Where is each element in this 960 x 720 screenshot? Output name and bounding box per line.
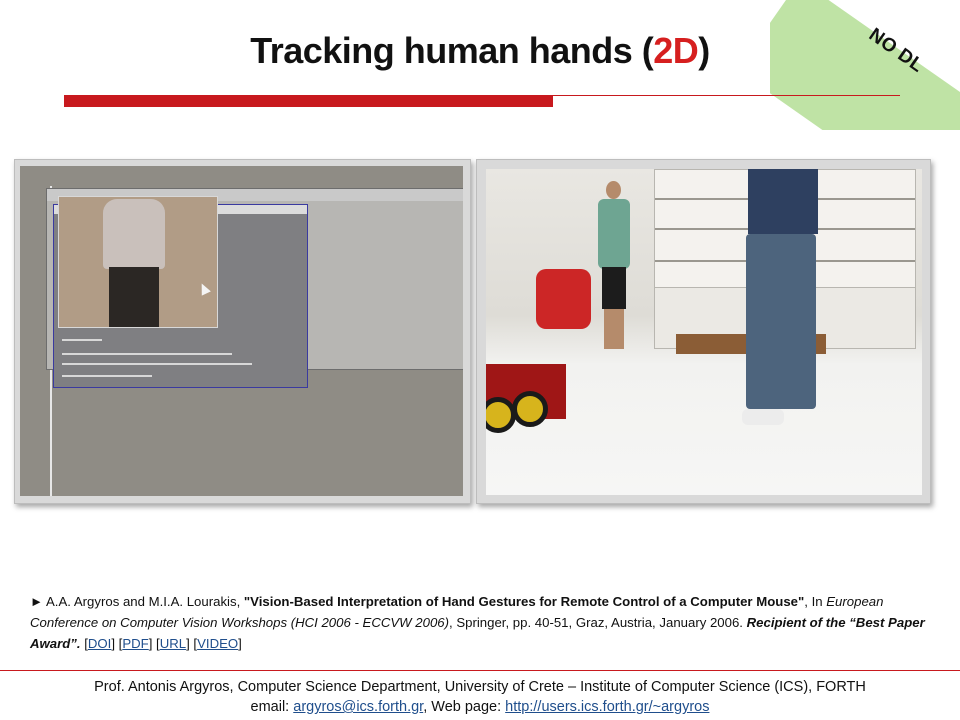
citation-in: , In: [804, 594, 827, 609]
red-chair: [536, 269, 591, 329]
pdf-link[interactable]: PDF: [122, 636, 148, 651]
standing-person: [598, 181, 630, 351]
robot-wheel: [486, 397, 516, 433]
desktop-screen: [20, 166, 463, 496]
console-line: [62, 375, 152, 377]
title-underline-thin: [553, 95, 900, 96]
citation-authors: A.A. Argyros and M.I.A. Lourakis,: [46, 594, 244, 609]
robot-wheel: [512, 391, 548, 427]
mouse-cursor-icon: [197, 281, 211, 296]
person-shirt: [103, 199, 165, 269]
citation-bullet: ►: [30, 594, 44, 609]
footer-contact: email: argyros@ics.forth.gr, Web page: h…: [0, 697, 960, 717]
doi-link[interactable]: DOI: [88, 636, 111, 651]
person-pants: [109, 267, 159, 327]
title-underline-thick: [64, 95, 553, 107]
footer: Prof. Antonis Argyros, Computer Science …: [0, 677, 960, 717]
lab-scene-video[interactable]: [476, 159, 931, 504]
screen-capture-video[interactable]: [14, 159, 471, 504]
url-link[interactable]: URL: [160, 636, 186, 651]
title-prefix: Tracking human hands (: [250, 30, 654, 71]
footer-affiliation: Prof. Antonis Argyros, Computer Science …: [94, 679, 866, 695]
console-line: [62, 353, 232, 355]
paper-citation: ► A.A. Argyros and M.I.A. Lourakis, "Vis…: [30, 594, 925, 651]
gesturing-person: [736, 169, 826, 429]
badge-band: [770, 0, 960, 130]
web-link[interactable]: http://users.ics.forth.gr/~argyros: [505, 699, 709, 715]
title-accent: 2D: [653, 30, 699, 71]
footer-divider: [0, 670, 960, 671]
email-link[interactable]: argyros@ics.forth.gr: [293, 699, 423, 715]
console-line: [62, 363, 252, 365]
video-link[interactable]: VIDEO: [197, 636, 238, 651]
citation-paper-title: "Vision-Based Interpretation of Hand Ges…: [243, 594, 805, 609]
citation-details: , Springer, pp. 40-51, Graz, Austria, Ja…: [449, 615, 747, 630]
lab-scene: [486, 169, 922, 495]
console-line: [62, 339, 102, 341]
no-dl-corner-badge: NO DL: [770, 0, 960, 130]
web-label: , Web page:: [423, 699, 506, 715]
email-label: email:: [250, 699, 294, 715]
camera-feed-pane: [58, 196, 218, 328]
title-suffix: ): [698, 30, 710, 71]
